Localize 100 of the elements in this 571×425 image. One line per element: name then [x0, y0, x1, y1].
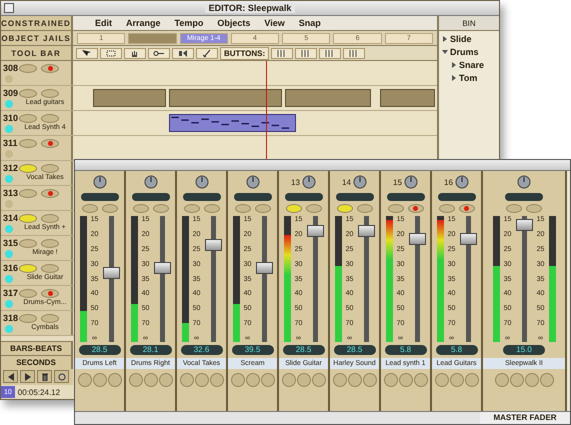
record-button[interactable]: [41, 289, 59, 298]
mute-button[interactable]: [132, 204, 148, 213]
fader-thumb[interactable]: [102, 267, 120, 280]
mute-button[interactable]: [82, 204, 98, 213]
menu-item[interactable]: Edit: [95, 18, 112, 28]
track-header[interactable]: 308: [1, 61, 73, 85]
tool-button[interactable]: [295, 48, 318, 58]
menu-item[interactable]: View: [264, 18, 285, 28]
rewind-button[interactable]: [3, 370, 18, 383]
solo-button[interactable]: [306, 204, 322, 213]
tool-button[interactable]: [148, 48, 170, 58]
pan-knob[interactable]: [246, 175, 260, 189]
insert-button[interactable]: [434, 373, 448, 387]
insert-button[interactable]: [494, 373, 508, 387]
insert-button[interactable]: [414, 373, 428, 387]
pan-knob[interactable]: [92, 175, 106, 189]
pan-knob[interactable]: [194, 175, 208, 189]
fader-thumb[interactable]: [516, 219, 532, 232]
insert-button[interactable]: [524, 373, 538, 387]
close-box[interactable]: [4, 3, 14, 13]
insert-button[interactable]: [194, 373, 208, 387]
tool-button[interactable]: [319, 48, 342, 58]
record-button[interactable]: [41, 164, 59, 173]
track-header[interactable]: 313: [1, 186, 73, 210]
audio-clip[interactable]: [168, 89, 282, 107]
track-header[interactable]: 311: [1, 136, 73, 160]
insert-button[interactable]: [384, 373, 398, 387]
pan-knob[interactable]: [404, 175, 418, 189]
audio-clip[interactable]: [93, 89, 166, 107]
record-button[interactable]: [41, 314, 59, 323]
bin-item[interactable]: Drums: [442, 47, 499, 57]
pan-knob[interactable]: [302, 175, 316, 189]
solo-button[interactable]: [526, 204, 542, 213]
insert-button[interactable]: [362, 373, 376, 387]
solo-button[interactable]: [408, 204, 424, 213]
tool-button[interactable]: [271, 48, 294, 58]
record-button[interactable]: [41, 239, 59, 248]
audio-clip[interactable]: [284, 89, 371, 107]
record-button[interactable]: [41, 114, 59, 123]
insert-button[interactable]: [246, 373, 260, 387]
pan-knob[interactable]: [144, 175, 158, 189]
monitor-button[interactable]: [19, 214, 37, 223]
insert-button[interactable]: [78, 373, 92, 387]
insert-button[interactable]: [260, 373, 274, 387]
tool-button[interactable]: [343, 48, 366, 58]
record-button[interactable]: [41, 64, 59, 73]
insert-button[interactable]: [108, 373, 122, 387]
audio-clip[interactable]: [380, 89, 435, 107]
monitor-button[interactable]: [19, 164, 37, 173]
monitor-button[interactable]: [19, 264, 37, 273]
menu-item[interactable]: Objects: [217, 18, 250, 28]
tool-button[interactable]: [172, 48, 194, 58]
insert-button[interactable]: [180, 373, 194, 387]
fader-thumb[interactable]: [358, 225, 374, 238]
play-button[interactable]: [20, 370, 35, 383]
monitor-button[interactable]: [19, 64, 37, 73]
bin-item[interactable]: Slide: [442, 34, 499, 44]
insert-button[interactable]: [332, 373, 346, 387]
solo-button[interactable]: [458, 204, 474, 213]
fader-thumb[interactable]: [408, 233, 426, 246]
solo-button[interactable]: [152, 204, 168, 213]
mute-button[interactable]: [286, 204, 302, 213]
monitor-button[interactable]: [19, 189, 37, 198]
pan-knob[interactable]: [352, 175, 367, 189]
bin-item[interactable]: Tom: [451, 73, 499, 83]
menu-item[interactable]: Arrange: [126, 18, 161, 28]
insert-button[interactable]: [510, 373, 524, 387]
midi-clip[interactable]: [168, 114, 296, 132]
tool-button[interactable]: [196, 48, 218, 58]
mute-button[interactable]: [438, 204, 454, 213]
menu-item[interactable]: Snap: [298, 18, 321, 28]
fader-thumb[interactable]: [204, 238, 222, 251]
insert-button[interactable]: [230, 373, 244, 387]
fader-thumb[interactable]: [306, 225, 324, 238]
record-button[interactable]: [41, 214, 59, 223]
monitor-button[interactable]: [19, 89, 37, 98]
tool-button[interactable]: [124, 48, 146, 58]
menu-item[interactable]: Tempo: [174, 18, 204, 28]
fader-thumb[interactable]: [460, 233, 476, 246]
mute-button[interactable]: [336, 204, 352, 213]
solo-button[interactable]: [254, 204, 270, 213]
insert-button[interactable]: [296, 373, 310, 387]
mute-button[interactable]: [388, 204, 404, 213]
record-button[interactable]: [41, 89, 59, 98]
insert-button[interactable]: [144, 373, 158, 387]
solo-button[interactable]: [204, 204, 220, 213]
monitor-button[interactable]: [19, 139, 37, 148]
monitor-button[interactable]: [19, 239, 37, 248]
pan-knob[interactable]: [517, 175, 531, 189]
loop-button[interactable]: [54, 370, 69, 383]
fader-thumb[interactable]: [154, 262, 170, 274]
solo-button[interactable]: [102, 204, 118, 213]
monitor-button[interactable]: [19, 289, 37, 298]
tool-button[interactable]: [100, 48, 122, 58]
insert-button[interactable]: [158, 373, 172, 387]
trash-button[interactable]: [37, 370, 52, 383]
insert-button[interactable]: [348, 373, 362, 387]
monitor-button[interactable]: [19, 314, 37, 323]
mute-button[interactable]: [184, 204, 200, 213]
insert-button[interactable]: [92, 373, 106, 387]
